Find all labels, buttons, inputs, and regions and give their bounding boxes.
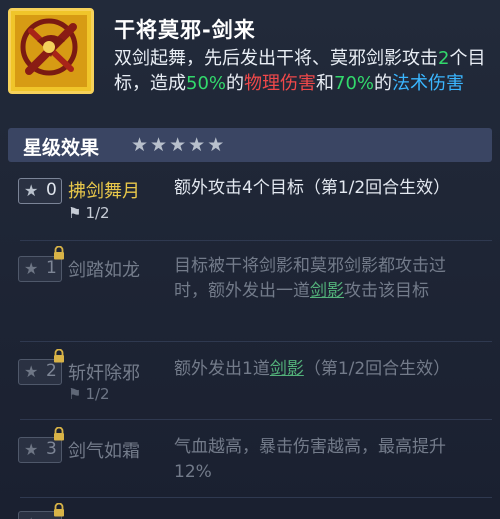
star-icon: ★ [188, 134, 206, 156]
star-icon: ★ [24, 362, 39, 381]
lock-icon [54, 503, 64, 517]
effect-round-counter: ⚑ 1/2 [68, 385, 110, 403]
sword-shadow-link[interactable]: 剑影 [310, 281, 344, 301]
effect-description: 额外发出1道剑影（第1/2回合生效） [174, 359, 451, 379]
sword-shadow-link[interactable]: 剑影 [270, 359, 304, 379]
divider [20, 419, 492, 420]
skill-title: 干将莫邪-剑来 [114, 18, 256, 42]
effect-name: 拂剑舞月 [68, 181, 140, 202]
effect-description: 目标被干将剑影和莫邪剑影都攻击过时，额外发出一道剑影攻击该目标 [174, 256, 446, 301]
star-effect-row[interactable]: ★ 0 拂剑舞月 ⚑ 1/2 额外攻击4个目标（第1/2回合生效） [8, 168, 492, 238]
lock-icon [54, 349, 64, 363]
star-icon: ★ [150, 134, 168, 156]
effect-description: 额外攻击4个目标（第1/2回合生效） [174, 178, 451, 198]
effect-description: 气血越高，暴击伤害越高，最高提升12% [174, 437, 446, 482]
star-icon: ★ [24, 514, 38, 519]
flag-icon: ⚑ [68, 385, 82, 403]
divider [20, 341, 492, 342]
effect-name: 剑踏如龙 [68, 260, 140, 281]
star-icon: ★ [24, 181, 39, 200]
star-effect-row[interactable]: ★ 2 斩奸除邪 ⚑ 1/2 额外发出1道剑影（第1/2回合生效） [8, 347, 492, 417]
star-icon: ★ [24, 440, 39, 459]
star-effect-row[interactable]: ★ 3 剑气如霜 气血越高，暴击伤害越高，最高提升12% [8, 425, 492, 495]
divider [20, 497, 492, 498]
star-icon: ★ [169, 134, 187, 156]
effect-name: 剑气如霜 [68, 441, 140, 462]
lock-icon [54, 427, 64, 441]
flag-icon: ⚑ [68, 204, 82, 222]
skill-detail-panel: 干将莫邪-剑来 双剑起舞，先后发出干将、莫邪剑影攻击2个目标，造成50%的物理伤… [0, 0, 500, 519]
star-effects-label: 星级效果 [23, 137, 100, 159]
star-effect-row-partial: ★ [8, 503, 492, 519]
star-level-badge: ★ 0 [18, 178, 62, 204]
star-icon: ★ [207, 134, 225, 156]
star-icon: ★ [24, 259, 39, 278]
dual-sword-emblem-icon [8, 8, 94, 94]
star-effects-header: 星级效果 ★ ★ ★ ★ ★ [8, 128, 492, 162]
skill-description: 双剑起舞，先后发出干将、莫邪剑影攻击2个目标，造成50%的物理伤害和70%的法术… [114, 48, 486, 94]
lock-icon [54, 246, 64, 260]
star-effect-row[interactable]: ★ 1 剑踏如龙 目标被干将剑影和莫邪剑影都攻击过时，额外发出一道剑影攻击该目标 [8, 246, 492, 338]
star-rating: ★ ★ ★ ★ ★ [131, 135, 224, 155]
divider [20, 240, 492, 241]
star-icon: ★ [131, 134, 149, 156]
effect-round-counter: ⚑ 1/2 [68, 204, 110, 222]
effect-name: 斩奸除邪 [68, 363, 140, 384]
